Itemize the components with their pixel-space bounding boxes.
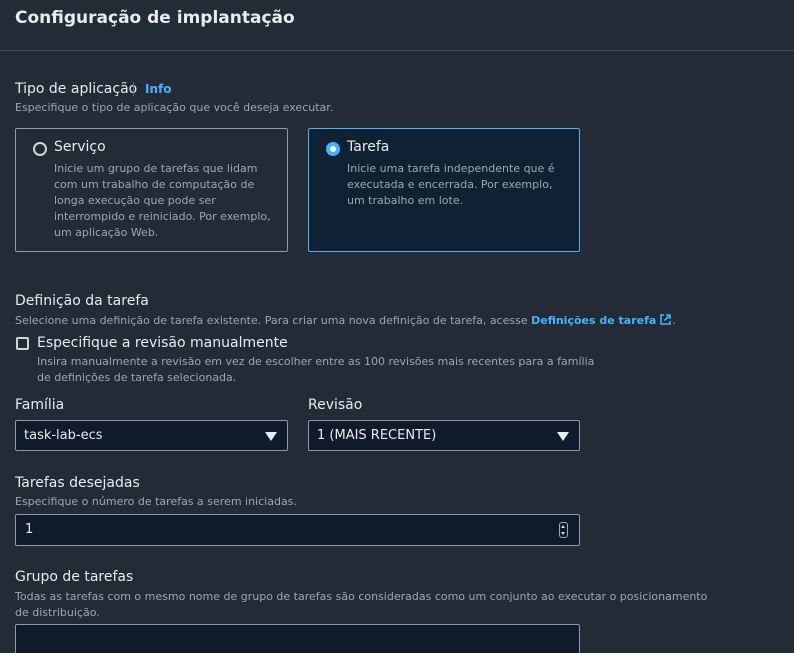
radio-tarefa[interactable] [326, 142, 340, 156]
family-select[interactable]: task-lab-ecs [15, 420, 288, 451]
page-header: Configuração de implantação [0, 0, 794, 51]
task-definition-link-suffix: . [672, 314, 676, 327]
manual-revision-checkbox[interactable] [16, 337, 29, 350]
revision-select-value: 1 (MAIS RECENTE) [317, 428, 437, 443]
desired-tasks-title: Tarefas desejadas [15, 475, 140, 491]
revision-select[interactable]: 1 (MAIS RECENTE) [308, 420, 580, 451]
family-label: Família [15, 397, 65, 413]
manual-revision-label[interactable]: Especifique a revisão manualmente [37, 335, 288, 351]
tile-servico-label: Serviço [54, 139, 106, 155]
radio-servico[interactable] [33, 142, 47, 156]
revision-label: Revisão [308, 397, 363, 413]
task-group-input[interactable] [15, 624, 580, 653]
task-definition-description: Selecione uma definição de tarefa existe… [15, 313, 676, 327]
tile-tarefa-description: Inicie uma tarefa independente que é exe… [347, 162, 555, 207]
task-group-description: Todas as tarefas com o mesmo nome de gru… [15, 590, 708, 619]
task-group-title: Grupo de tarefas [15, 569, 134, 585]
tile-tarefa-label: Tarefa [347, 139, 390, 155]
tile-servico-description: Inicie um grupo de tarefas que lidam com… [54, 162, 271, 239]
app-type-description: Especifique o tipo de aplicação que você… [15, 101, 334, 114]
caret-down-icon [265, 432, 277, 441]
number-stepper-icon[interactable] [559, 522, 568, 538]
task-definitions-link[interactable]: Definições de tarefa [531, 314, 656, 327]
app-type-title: Tipo de aplicação [15, 81, 138, 97]
desired-tasks-value: 1 [25, 522, 34, 537]
family-select-value: task-lab-ecs [24, 428, 103, 443]
desired-tasks-description: Especifique o número de tarefas a serem … [15, 495, 297, 508]
task-definition-description-text: Selecione uma definição de tarefa existe… [15, 314, 528, 327]
external-link-icon[interactable] [659, 313, 672, 326]
info-link[interactable]: Info [133, 82, 171, 96]
tile-tarefa[interactable]: Tarefa Inicie uma tarefa independente qu… [308, 128, 580, 252]
manual-revision-description: Insira manualmente a revisão em vez de e… [37, 355, 595, 384]
task-definition-title: Definição da tarefa [15, 293, 149, 309]
tile-servico[interactable]: Serviço Inicie um grupo de tarefas que l… [15, 128, 288, 252]
desired-tasks-input[interactable]: 1 [15, 514, 580, 546]
page-title: Configuração de implantação [15, 8, 295, 28]
caret-down-icon [557, 432, 569, 441]
